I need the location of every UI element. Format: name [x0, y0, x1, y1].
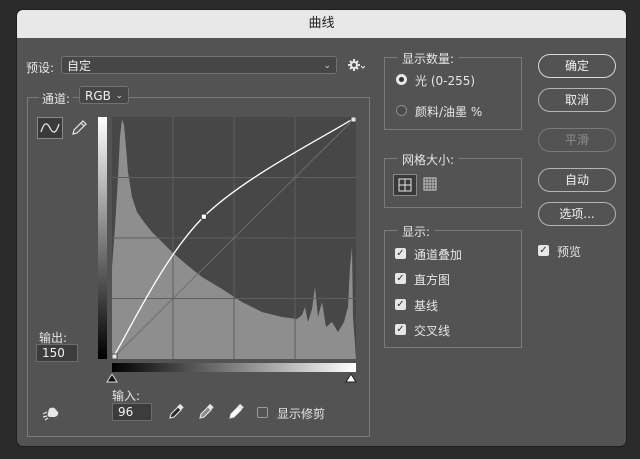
baseline-checkbox[interactable]: ✓ [395, 299, 406, 310]
chevron-down-icon: ⌄ [115, 87, 123, 105]
options-button[interactable]: 选项... [538, 202, 616, 226]
grid-4-icon [394, 175, 416, 195]
output-field[interactable]: 150 [36, 344, 78, 362]
radio-pigment-label: 颜料/油墨 % [415, 103, 482, 120]
cancel-button[interactable]: 取消 [538, 88, 616, 112]
intersection-label: 交叉线 [414, 322, 450, 339]
input-gradient-bar [112, 363, 356, 372]
curve-graph[interactable] [112, 117, 356, 359]
white-eyedropper-icon[interactable] [228, 404, 244, 420]
grid-detailed-button[interactable] [419, 174, 443, 196]
grid-16-icon [419, 174, 441, 194]
gray-eyedropper-icon[interactable] [198, 404, 214, 420]
dialog-title: 曲线 [17, 10, 626, 38]
black-point-slider[interactable] [106, 374, 118, 384]
chevron-down-icon: ⌄ [323, 57, 331, 75]
smooth-button[interactable]: 平滑 [538, 128, 616, 152]
preset-dropdown[interactable]: 自定 ⌄ [61, 56, 337, 74]
black-eyedropper-icon[interactable] [168, 404, 184, 420]
radio-light-label: 光 (0-255) [415, 72, 475, 89]
histogram-checkbox[interactable]: ✓ [395, 273, 406, 284]
show-title: 显示: [398, 223, 434, 240]
show-clipping-checkbox[interactable] [257, 407, 268, 418]
radio-light[interactable] [396, 74, 407, 85]
curve-icon [38, 118, 62, 138]
auto-button[interactable]: 自动 [538, 168, 616, 192]
preset-label: 预设: [26, 59, 54, 76]
curves-dialog: 曲线 预设: 自定 ⌄ 通道: RGB ⌄ [17, 10, 626, 446]
pencil-icon[interactable] [69, 118, 89, 138]
channel-dropdown[interactable]: RGB ⌄ [79, 86, 129, 104]
channel-label: 通道: [39, 90, 73, 107]
white-point-slider[interactable] [345, 374, 357, 384]
target-adjust-icon[interactable] [41, 405, 63, 423]
channel-value: RGB [85, 89, 111, 103]
output-gradient-bar [98, 117, 107, 359]
baseline-label: 基线 [414, 297, 438, 314]
show-clipping-label: 显示修剪 [277, 405, 325, 422]
curve-control-point[interactable] [201, 214, 206, 219]
channel-overlay-checkbox[interactable]: ✓ [395, 248, 406, 259]
histogram-label: 直方图 [414, 271, 450, 288]
preset-value: 自定 [67, 59, 91, 73]
radio-pigment[interactable] [396, 105, 407, 116]
intersection-checkbox[interactable]: ✓ [395, 324, 406, 335]
curve-control-point[interactable] [112, 354, 117, 359]
gear-icon[interactable] [347, 56, 365, 74]
input-label: 输入: [112, 387, 140, 404]
curve-point-tool[interactable] [37, 117, 63, 139]
preview-checkbox[interactable]: ✓ [538, 245, 549, 256]
display-amount-title: 显示数量: [398, 50, 458, 67]
preview-label: 预览 [557, 243, 581, 260]
channel-overlay-label: 通道叠加 [414, 246, 462, 263]
grid-simple-button[interactable] [393, 174, 417, 196]
curve-control-point[interactable] [351, 117, 356, 122]
ok-button[interactable]: 确定 [538, 54, 616, 78]
grid-size-title: 网格大小: [398, 151, 458, 168]
input-field[interactable]: 96 [112, 403, 152, 421]
